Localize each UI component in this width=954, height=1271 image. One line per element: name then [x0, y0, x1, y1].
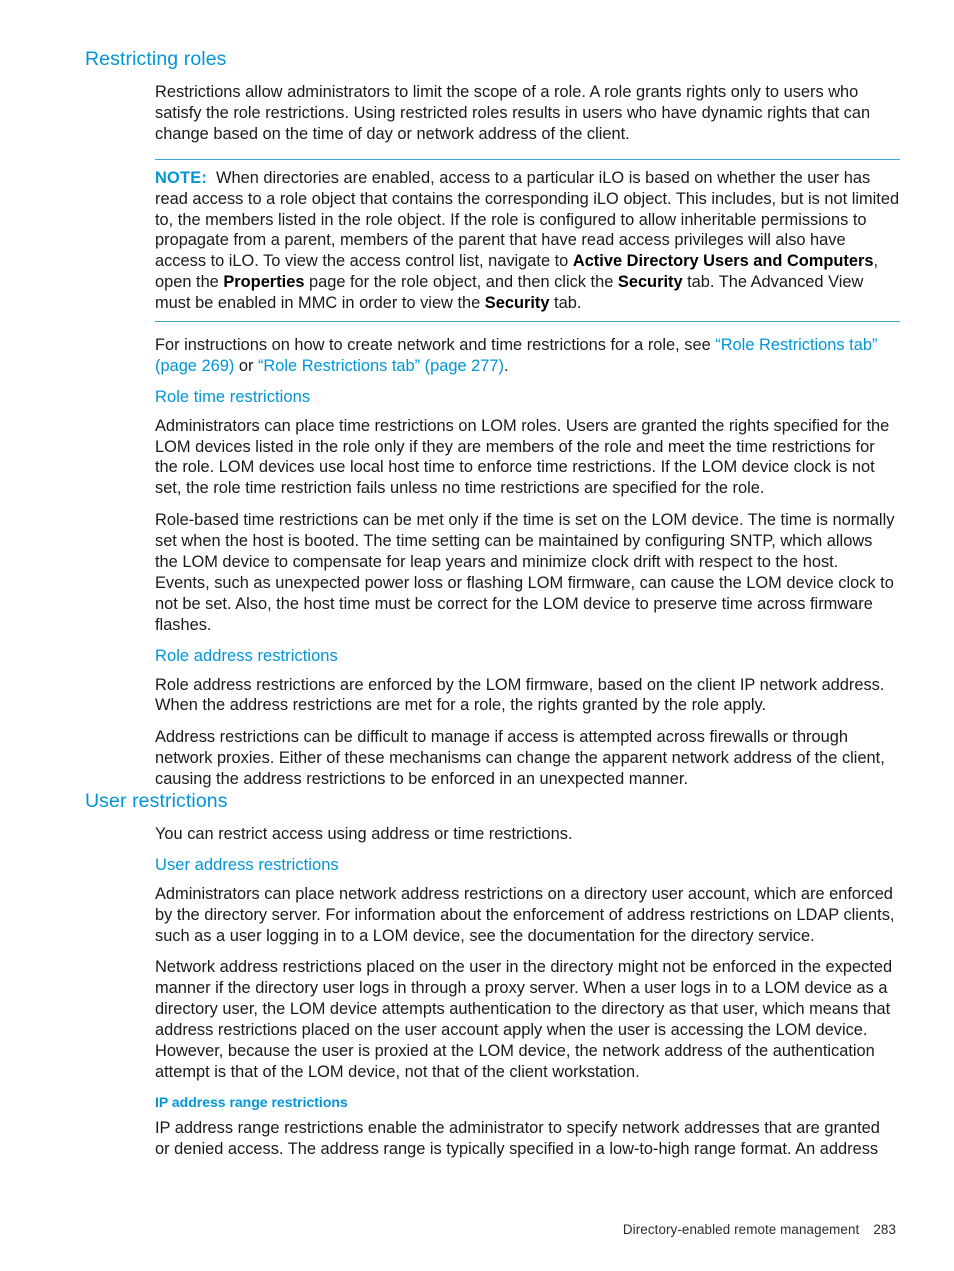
- instructions-lead: For instructions on how to create networ…: [155, 336, 716, 355]
- note-text: NOTE: When directories are enabled, acces…: [155, 168, 900, 314]
- note-label: NOTE:: [155, 168, 207, 187]
- section-restricting-roles: Restricting roles Restrictions allow adm…: [85, 48, 900, 790]
- restricting-roles-body: Restrictions allow administrators to lim…: [155, 82, 900, 790]
- paragraph-user-address-2: Network address restrictions placed on t…: [155, 958, 893, 1082]
- footer-page-number: 283: [873, 1222, 896, 1237]
- heading-role-time-restrictions: Role time restrictions: [155, 387, 311, 406]
- note-admonition: NOTE: When directories are enabled, acces…: [155, 158, 900, 323]
- note-bold-security-1: Security: [617, 273, 683, 292]
- paragraph-role-address-1: Role address restrictions are enforced b…: [155, 675, 885, 715]
- paragraph-restricting-roles-intro: Restrictions allow administrators to lim…: [155, 83, 871, 143]
- instructions-tail: .: [503, 356, 509, 375]
- instructions-between: or: [234, 356, 258, 375]
- heading-user-address-restrictions: User address restrictions: [155, 855, 339, 874]
- heading-role-address-restrictions: Role address restrictions: [155, 646, 338, 665]
- document-page: Restricting roles Restrictions allow adm…: [0, 0, 954, 1271]
- link-role-restrictions-tab-277[interactable]: “Role Restrictions tab” (page 277): [258, 357, 504, 375]
- note-bold-adu-computers: Active Directory Users and Computers: [572, 252, 874, 271]
- heading-ip-address-range-restrictions: IP address range restrictions: [155, 1093, 348, 1110]
- heading-restricting-roles: Restricting roles: [85, 48, 227, 70]
- footer-chapter-title: Directory-enabled remote management: [622, 1222, 860, 1237]
- paragraph-role-time-1: Administrators can place time restrictio…: [155, 416, 890, 498]
- paragraph-user-address-1: Administrators can place network address…: [155, 884, 895, 945]
- section-user-restrictions: User restrictions You can restrict acces…: [85, 790, 897, 1159]
- user-restrictions-body: You can restrict access using address or…: [155, 824, 897, 1159]
- paragraph-instructions: For instructions on how to create networ…: [155, 335, 897, 377]
- page-content: Restricting roles Restrictions allow adm…: [85, 48, 900, 1160]
- note-text-3: page for the role object, and then click…: [304, 273, 618, 292]
- page-footer: Directory-enabled remote management 283: [0, 1222, 954, 1237]
- note-bold-security-2: Security: [484, 294, 550, 313]
- note-text-5: tab.: [549, 294, 582, 313]
- heading-user-restrictions: User restrictions: [85, 790, 228, 813]
- paragraph-ip-address-range-1: IP address range restrictions enable the…: [155, 1118, 880, 1158]
- paragraph-role-time-2: Role-based time restrictions can be met …: [155, 511, 895, 634]
- paragraph-role-address-2: Address restrictions can be difficult to…: [155, 728, 885, 789]
- paragraph-user-restrictions-intro: You can restrict access using address or…: [155, 825, 573, 844]
- note-bold-properties: Properties: [223, 273, 305, 292]
